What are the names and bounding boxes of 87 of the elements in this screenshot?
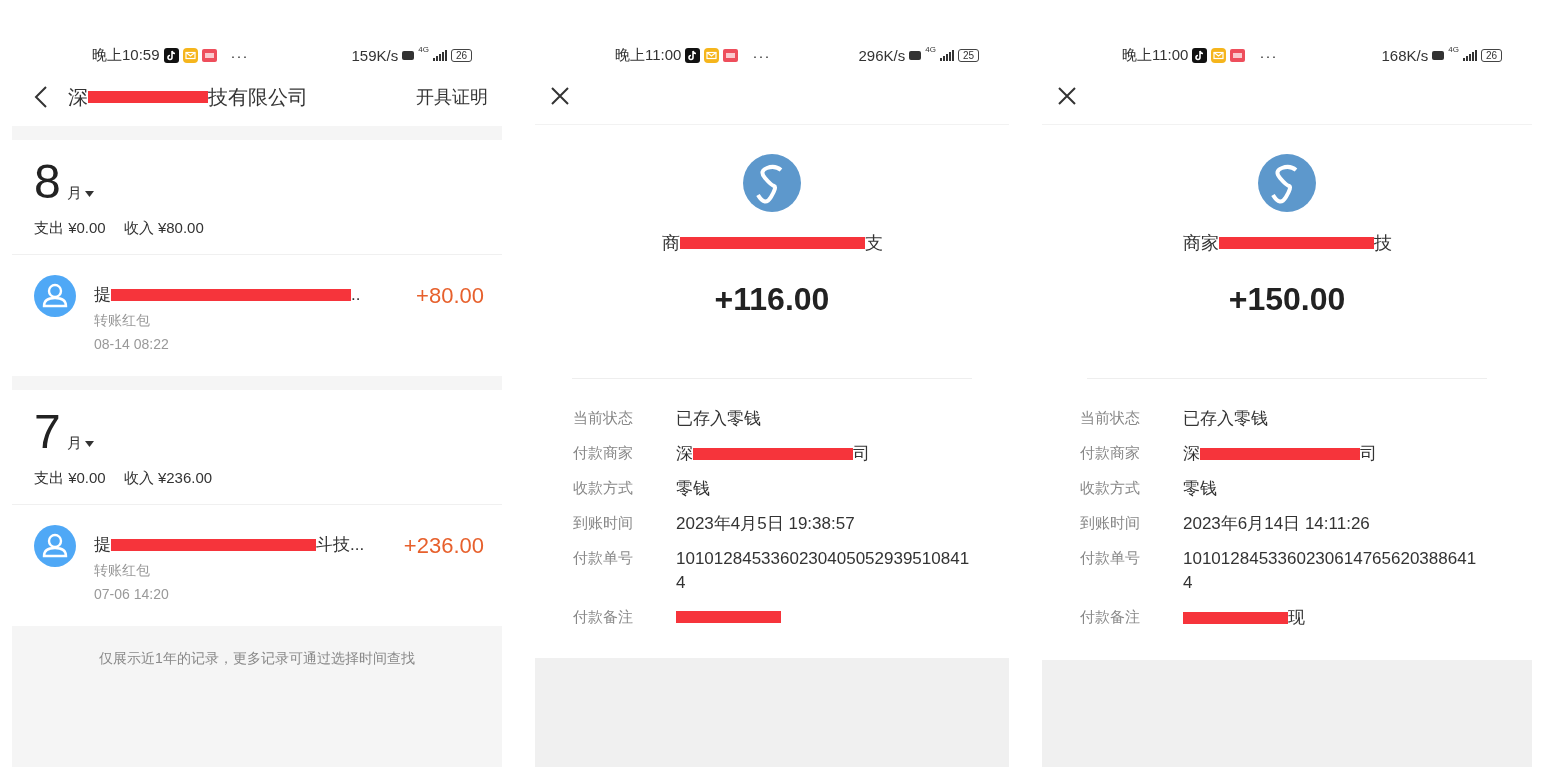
back-icon[interactable] [34, 85, 48, 109]
avatar-icon [34, 525, 76, 567]
detail-label: 当前状态 [573, 408, 634, 428]
detail-value: 深 司 [1183, 443, 1377, 465]
detail-value: 零钱 [676, 478, 710, 500]
month-number: 7 [34, 404, 61, 459]
detail-label: 收款方式 [1080, 478, 1141, 498]
news-app-icon [201, 48, 217, 62]
merchant-logo-icon [1257, 153, 1317, 213]
income-total: 收入 ¥236.00 [123, 469, 213, 488]
news-app-icon [1230, 48, 1246, 62]
record-type: 转账红包 [94, 312, 151, 330]
status-time: 晚上11:00 [615, 45, 682, 65]
merchant-logo-icon [742, 153, 802, 213]
detail-label: 付款商家 [573, 443, 634, 463]
detail-label: 收款方式 [573, 478, 634, 498]
detail-label: 付款单号 [1080, 548, 1141, 568]
music-app-icon [163, 47, 179, 63]
bill-record[interactable]: 提 .. 转账红包 08-14 08:22 +80.00 [12, 255, 502, 376]
mail-app-icon [1211, 47, 1227, 63]
caret-icon [84, 190, 94, 197]
status-time: 晚上10:59 [92, 45, 160, 65]
hd-icon [909, 50, 922, 60]
detail-label: 到账时间 [573, 513, 634, 533]
detail-value: 2023年4月5日 19:38:57 [676, 513, 855, 535]
news-app-icon [723, 48, 739, 62]
record-amount: +80.00 [416, 283, 484, 310]
avatar-icon [34, 275, 76, 317]
signal-icon [432, 49, 447, 61]
month-picker[interactable]: 月 [60, 434, 94, 453]
detail-label: 付款备注 [1080, 607, 1141, 627]
network-type: 4G [1448, 45, 1459, 54]
status-more: ··· [752, 46, 771, 64]
record-time: 07-06 14:20 [94, 586, 170, 602]
status-more: ··· [1259, 46, 1278, 64]
record-amount: +236.00 [403, 533, 484, 560]
page-title: 深 技有限公司 [68, 84, 308, 110]
music-app-icon [685, 47, 701, 63]
certificate-button[interactable]: 开具证明 [416, 85, 488, 109]
network-speed: 159K/s [351, 46, 399, 64]
detail-label: 付款备注 [573, 607, 634, 627]
income-total: 收入 ¥80.00 [123, 219, 204, 238]
bill-record[interactable]: 提 斗技... 转账红包 07-06 14:20 +236.00 [12, 505, 502, 626]
month-picker[interactable]: 月 [60, 184, 94, 203]
expense-total: 支出 ¥0.00 [34, 219, 106, 238]
detail-label: 付款商家 [1080, 443, 1141, 463]
detail-label: 付款单号 [573, 548, 634, 568]
signal-icon [939, 49, 954, 61]
detail-label: 当前状态 [1080, 408, 1141, 428]
network-type: 4G [925, 45, 936, 54]
record-time: 08-14 08:22 [94, 336, 170, 352]
detail-value: 已存入零钱 [676, 408, 761, 430]
mail-app-icon [704, 47, 720, 63]
network-speed: 168K/s [1381, 46, 1429, 64]
detail-label: 到账时间 [1080, 513, 1141, 533]
status-time: 晚上11:00 [1122, 45, 1189, 65]
footer-note: 仅展示近1年的记录，更多记录可通过选择时间查找 [99, 650, 415, 666]
detail-value: 已存入零钱 [1183, 408, 1268, 430]
detail-value: 10101284533602306147656203886414 [1183, 548, 1478, 594]
record-title: 提 斗技... [94, 534, 366, 556]
network-speed: 296K/s [858, 46, 906, 64]
battery-level: 26 [1480, 48, 1502, 62]
transfer-amount: +116.00 [714, 281, 830, 318]
close-icon[interactable] [551, 87, 569, 105]
detail-value: 深 司 [676, 443, 870, 465]
caret-icon [84, 440, 94, 447]
hd-icon [402, 50, 415, 60]
status-more: ··· [230, 46, 249, 64]
signal-icon [1462, 49, 1477, 61]
record-type: 转账红包 [94, 562, 151, 580]
merchant-name: 商 支 [661, 232, 883, 255]
record-title: 提 .. [94, 283, 362, 306]
battery-level: 25 [957, 48, 979, 62]
music-app-icon [1192, 47, 1208, 63]
expense-total: 支出 ¥0.00 [34, 469, 106, 488]
close-icon[interactable] [1058, 87, 1076, 105]
mail-app-icon [182, 47, 198, 63]
battery-level: 26 [450, 48, 472, 62]
detail-value: 2023年6月14日 14:11:26 [1183, 513, 1370, 535]
network-type: 4G [418, 45, 429, 54]
transfer-amount: +150.00 [1228, 281, 1346, 318]
detail-value: 10101284533602304050529395108414 [676, 548, 971, 594]
detail-value: 零钱 [1183, 478, 1217, 500]
month-number: 8 [34, 154, 61, 209]
hd-icon [1432, 50, 1445, 60]
merchant-name: 商家 技 [1182, 232, 1392, 255]
detail-value: 现 [1183, 606, 1305, 630]
